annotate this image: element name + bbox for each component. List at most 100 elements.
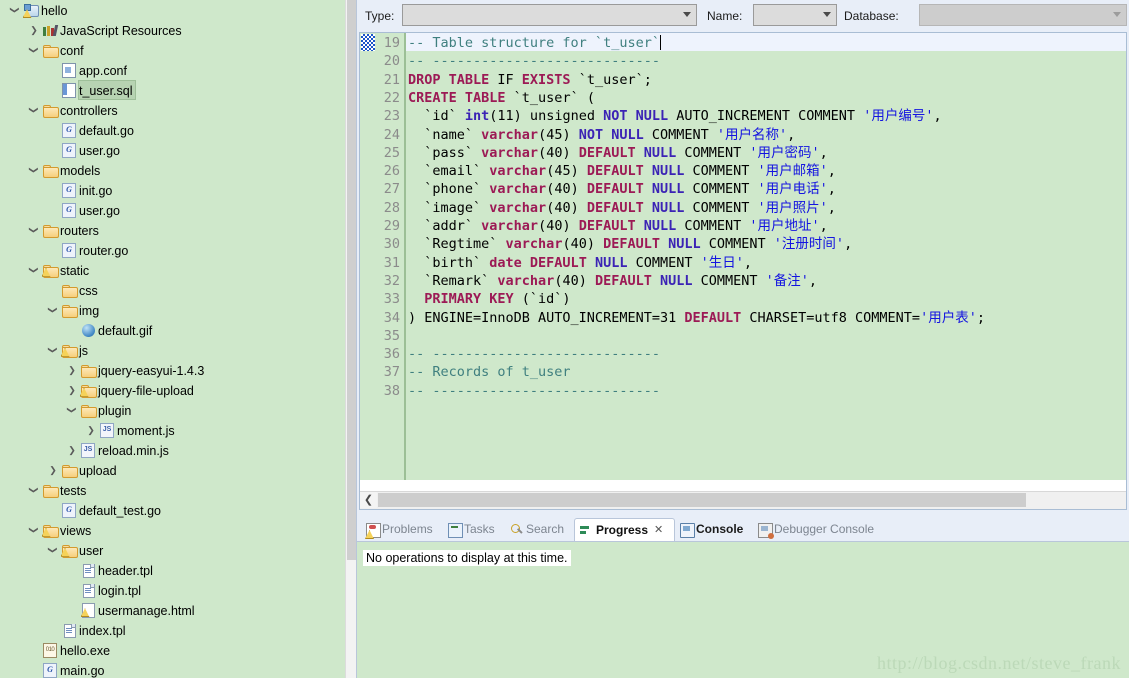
database-dropdown[interactable]	[919, 4, 1127, 26]
code-token: `name`	[408, 126, 482, 143]
tree-item-reload-min-js[interactable]: ❯ JS reload.min.js	[0, 440, 345, 460]
tree-item-user-go[interactable]: Guser.go	[0, 140, 345, 160]
tree-item-hello[interactable]: ❯ hello	[0, 0, 345, 20]
tree-item-login-tpl[interactable]: login.tpl	[0, 580, 345, 600]
tree-item-label: t_user.sql	[79, 84, 133, 98]
type-dropdown[interactable]	[402, 4, 697, 26]
chevron-down-icon[interactable]: ❯	[24, 263, 44, 277]
line-number: 26	[383, 163, 400, 180]
tree-item-css[interactable]: css	[0, 280, 345, 300]
tree-item-index-tpl[interactable]: index.tpl	[0, 620, 345, 640]
tree-item-user-go[interactable]: Guser.go	[0, 200, 345, 220]
line-number: 21	[383, 71, 400, 88]
folder-icon	[80, 400, 97, 420]
chevron-right-icon[interactable]: ❯	[65, 440, 79, 460]
code-token: '用户邮箱'	[757, 163, 828, 180]
chevron-down-icon[interactable]: ❯	[24, 223, 44, 237]
project-explorer[interactable]: ❯ hello ❯ JavaScript Resources ❯ conf app.conf…	[0, 0, 345, 678]
chevron-right-icon[interactable]: ❯	[84, 420, 98, 440]
code-token: CREATE TABLE	[408, 89, 514, 106]
code-token: '用户电话'	[757, 181, 828, 198]
tree-item-models[interactable]: ❯ models	[0, 160, 345, 180]
folder-warn-icon	[41, 260, 59, 280]
go-file-icon: G	[62, 183, 76, 199]
tree-item-usermanage-html[interactable]: usermanage.html	[0, 600, 345, 620]
chevron-down-icon[interactable]: ❯	[24, 163, 44, 177]
tree-item-moment-js[interactable]: ❯ JS moment.js	[0, 420, 345, 440]
tree-item-label-wrap: JavaScript Resources	[60, 21, 184, 39]
folder-warning-icon	[41, 524, 59, 538]
folder-warn-icon	[41, 520, 59, 540]
tree-item-img[interactable]: ❯ img	[0, 300, 345, 320]
tab-problems[interactable]: Problems	[361, 518, 441, 541]
scroll-left-icon[interactable]: ❮	[360, 492, 377, 508]
tab-search[interactable]: Search	[505, 518, 572, 541]
code-token: `birth`	[408, 254, 490, 271]
progress-icon	[580, 524, 593, 537]
tree-item-default-test-go[interactable]: Gdefault_test.go	[0, 500, 345, 520]
chevron-down-icon[interactable]: ❯	[43, 543, 63, 557]
sidebar-scrollbar-thumb[interactable]	[347, 0, 356, 560]
tree-item-label: login.tpl	[98, 584, 142, 598]
tree-item-static[interactable]: ❯ static	[0, 260, 345, 280]
view-tab-bar[interactable]: Problems Tasks Search Progress ✕ Console Debug…	[357, 518, 1129, 542]
chevron-down-icon[interactable]: ❯	[24, 523, 44, 537]
tree-item-plugin[interactable]: ❯ plugin	[0, 400, 345, 420]
tab-tasks[interactable]: Tasks	[443, 518, 503, 541]
code-token: EXISTS	[521, 71, 579, 88]
tree-item-upload[interactable]: ❯ upload	[0, 460, 345, 480]
tree-item-js[interactable]: ❯ js	[0, 340, 345, 360]
tree-item-init-go[interactable]: Ginit.go	[0, 180, 345, 200]
chevron-down-icon[interactable]: ❯	[43, 343, 63, 357]
code-token: (40)	[538, 144, 579, 161]
chevron-down-icon[interactable]: ❯	[43, 303, 63, 317]
folder-icon	[61, 304, 78, 318]
chevron-down-icon[interactable]: ❯	[5, 3, 25, 17]
tree-item-header-tpl[interactable]: header.tpl	[0, 560, 345, 580]
tree-item-label-wrap: views	[60, 521, 93, 539]
line-number-gutter[interactable]: 19 20 21 22 23 24 25 26 27 28 29 30 31 32 33 34 35 36 37 38	[360, 33, 404, 480]
tree-item-main-go[interactable]: Gmain.go	[0, 660, 345, 678]
tree-item-jquery-easyui-1-4-3[interactable]: ❯ jquery-easyui-1.4.3	[0, 360, 345, 380]
sql-file-icon	[61, 80, 77, 100]
tree-item-label-wrap: index.tpl	[79, 621, 128, 639]
tree-item-javascript-resources[interactable]: ❯ JavaScript Resources	[0, 20, 345, 40]
tab-debugger-console[interactable]: Debugger Console	[753, 518, 882, 541]
tree-item-hello-exe[interactable]: 010 hello.exe	[0, 640, 345, 660]
tree-item-default-gif[interactable]: default.gif	[0, 320, 345, 340]
tree-item-views[interactable]: ❯ views	[0, 520, 345, 540]
tab-progress[interactable]: Progress ✕	[574, 518, 675, 542]
tree-item-controllers[interactable]: ❯ controllers	[0, 100, 345, 120]
chevron-down-icon[interactable]: ❯	[24, 103, 44, 117]
chevron-down-icon[interactable]: ❯	[24, 483, 44, 497]
code-token: DEFAULT	[586, 163, 652, 180]
tree-item-router-go[interactable]: Grouter.go	[0, 240, 345, 260]
tree-item-tests[interactable]: ❯ tests	[0, 480, 345, 500]
tree-item-default-go[interactable]: Gdefault.go	[0, 120, 345, 140]
tree-item-label: main.go	[60, 664, 105, 678]
tab-console[interactable]: Console	[675, 518, 751, 541]
code-line: DROP TABLE IF EXISTS `t_user`;	[408, 71, 652, 89]
chevron-right-icon[interactable]: ❯	[65, 360, 79, 380]
tree-item-user[interactable]: ❯ user	[0, 540, 345, 560]
editor-horizontal-scrollbar[interactable]: ❮	[360, 491, 1126, 509]
tree-item-conf[interactable]: ❯ conf	[0, 40, 345, 60]
tree-item-app-conf[interactable]: app.conf	[0, 60, 345, 80]
close-icon[interactable]: ✕	[654, 519, 663, 542]
code-token: NULL	[668, 236, 709, 253]
tree-item-jquery-file-upload[interactable]: ❯ jquery-file-upload	[0, 380, 345, 400]
name-label: Name:	[707, 9, 743, 23]
code-text-area[interactable]: -- Table structure for `t_user` -- ------…	[406, 33, 1126, 480]
chevron-right-icon[interactable]: ❯	[46, 460, 60, 480]
sql-code-editor[interactable]: 19 20 21 22 23 24 25 26 27 28 29 30 31 32 33 34 35 36 37 38…	[359, 32, 1127, 510]
tree-item-t-user-sql[interactable]: t_user.sql	[0, 80, 345, 100]
chevron-right-icon[interactable]: ❯	[65, 380, 79, 400]
code-token: AUTO_INCREMENT COMMENT	[676, 108, 864, 125]
name-dropdown[interactable]	[753, 4, 837, 26]
chevron-right-icon[interactable]: ❯	[27, 20, 41, 40]
editor-hscrollbar-thumb[interactable]	[378, 493, 1026, 507]
chevron-down-icon[interactable]: ❯	[62, 403, 82, 417]
folder-icon	[80, 360, 97, 380]
chevron-down-icon[interactable]: ❯	[24, 43, 44, 57]
tree-item-routers[interactable]: ❯ routers	[0, 220, 345, 240]
